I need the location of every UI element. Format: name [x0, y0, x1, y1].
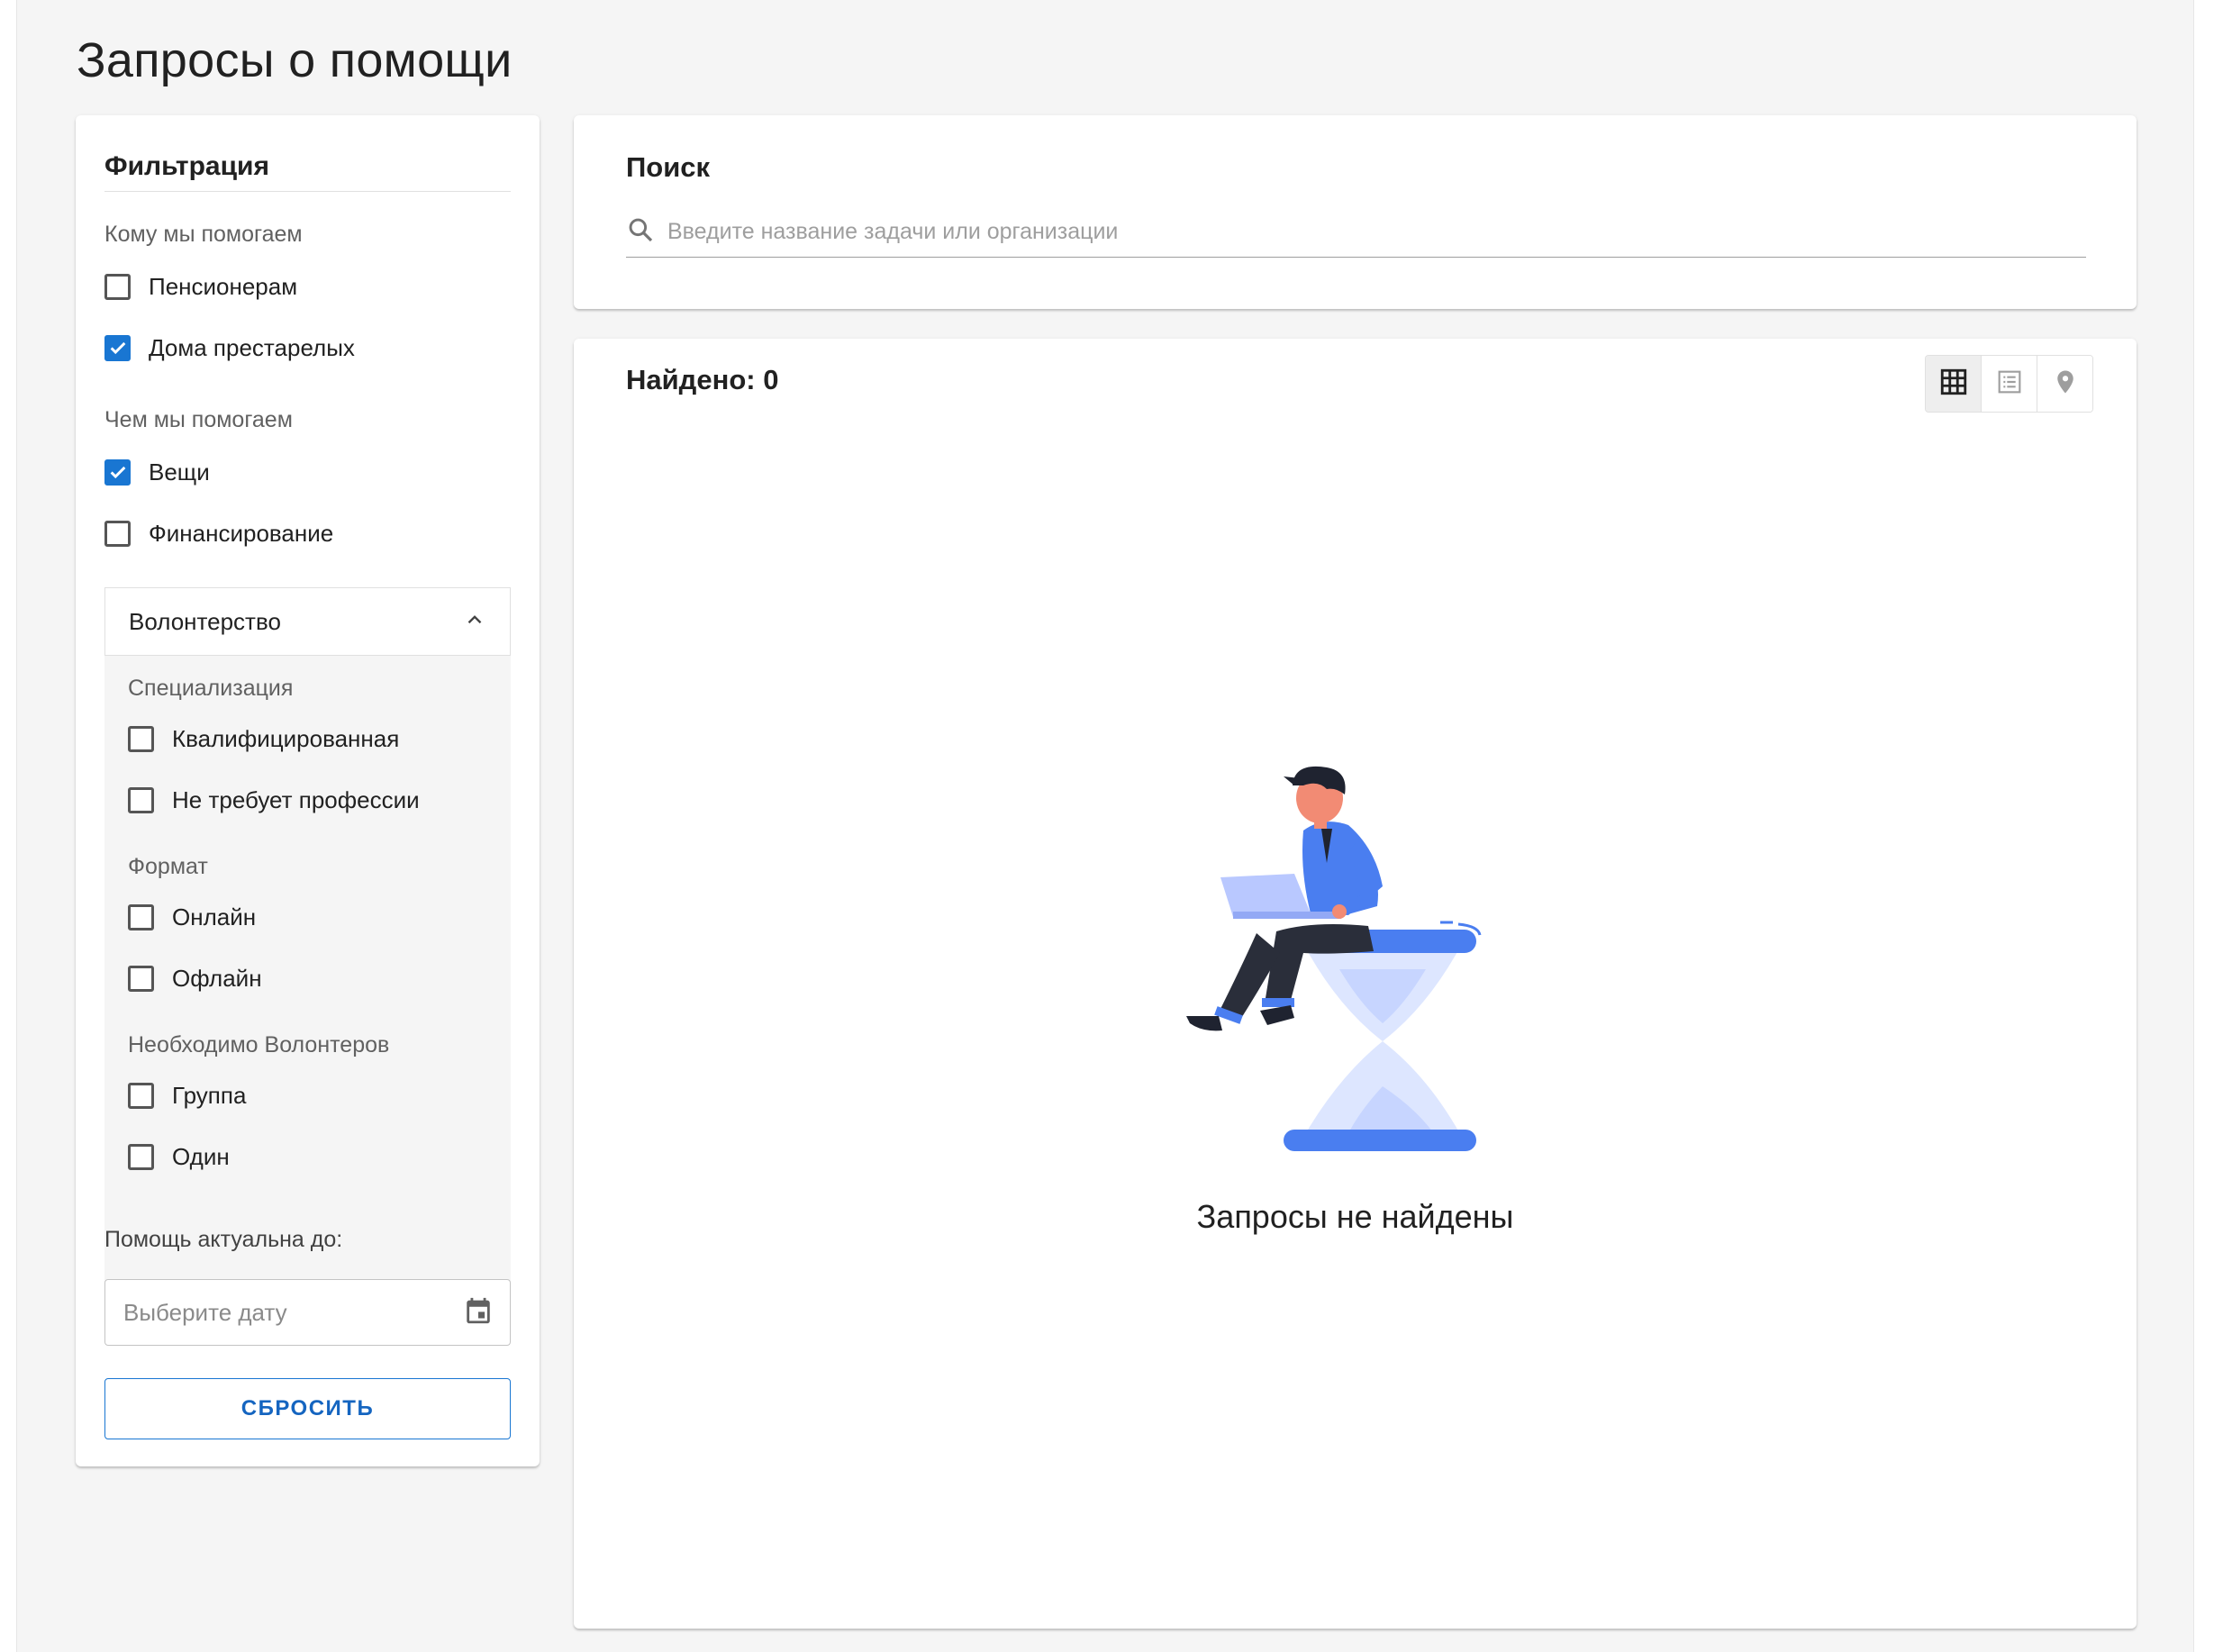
search-icon — [626, 215, 655, 249]
checkbox-label: Не требует профессии — [172, 785, 420, 813]
checkbox[interactable] — [128, 965, 154, 992]
search-title: Поиск — [626, 151, 711, 183]
filter-title: Фильтрация — [104, 151, 511, 192]
map-view-button[interactable] — [2037, 356, 2092, 412]
checkbox[interactable] — [128, 903, 154, 930]
filter-offline[interactable]: Офлайн — [128, 960, 262, 996]
filter-single[interactable]: Один — [128, 1139, 230, 1175]
list-view-button[interactable] — [1982, 356, 2037, 412]
specialization-label: Специализация — [128, 676, 294, 701]
volunteering-accordion-header[interactable]: Волонтерство — [104, 587, 511, 656]
filter-online[interactable]: Онлайн — [128, 899, 256, 935]
volunteers-needed-label: Необходимо Волонтеров — [128, 1032, 390, 1057]
empty-state-message: Запросы не найдены — [1196, 1198, 1514, 1235]
checkbox[interactable] — [104, 334, 131, 361]
checkbox[interactable] — [128, 786, 154, 813]
checkbox-label: Онлайн — [172, 903, 257, 930]
checkbox-label: Один — [172, 1142, 230, 1170]
checkbox[interactable] — [104, 458, 131, 486]
checkbox-label: Финансирование — [149, 519, 334, 547]
view-mode-toggle — [1925, 355, 2093, 413]
how-we-help-label: Чем мы помогаем — [104, 407, 293, 432]
checkbox-label: Квалифицированная — [172, 724, 400, 752]
volunteering-label: Волонтерство — [129, 607, 281, 635]
filter-group[interactable]: Группа — [128, 1077, 246, 1113]
who-we-help-label: Кому мы помогаем — [104, 222, 303, 247]
page: Запросы о помощи Фильтрация Кому мы помо… — [16, 0, 2194, 1652]
search-panel: Поиск — [574, 115, 2137, 309]
page-title: Запросы о помощи — [77, 33, 513, 87]
results-panel: Найдено: 0 Запросы не найдены — [574, 339, 2137, 1629]
checkbox[interactable] — [128, 1143, 154, 1170]
filter-pensioners[interactable]: Пенсионерам — [104, 268, 297, 304]
grid-view-button[interactable] — [1926, 356, 1982, 412]
grid-icon — [1938, 367, 1969, 402]
filter-qualified[interactable]: Квалифицированная — [128, 721, 399, 757]
search-input[interactable] — [667, 219, 2019, 245]
search-field[interactable] — [626, 207, 2086, 258]
checkbox-label: Пенсионерам — [149, 272, 298, 300]
list-icon — [1995, 368, 2024, 401]
volunteering-accordion-body: Специализация Квалифицированная Не требу… — [104, 656, 511, 1319]
checkbox-label: Группа — [172, 1081, 247, 1109]
map-pin-icon — [2052, 367, 2079, 402]
filter-things[interactable]: Вещи — [104, 454, 210, 490]
checkbox[interactable] — [128, 725, 154, 752]
chevron-up-icon — [463, 608, 486, 636]
date-picker[interactable] — [104, 1279, 511, 1346]
date-input[interactable] — [123, 1298, 412, 1327]
filter-financing[interactable]: Финансирование — [104, 515, 333, 551]
empty-state-illustration — [1168, 762, 1547, 1181]
checkbox[interactable] — [104, 520, 131, 547]
calendar-icon[interactable] — [463, 1295, 494, 1330]
checkbox-label: Дома престарелых — [149, 333, 355, 361]
reset-button[interactable]: СБРОСИТЬ — [104, 1378, 511, 1439]
checkbox-label: Офлайн — [172, 964, 262, 992]
format-label: Формат — [128, 854, 208, 879]
filter-panel: Фильтрация Кому мы помогаем Пенсионерам … — [76, 115, 540, 1466]
checkbox[interactable] — [104, 273, 131, 300]
results-count: Найдено: 0 — [626, 364, 779, 395]
checkbox[interactable] — [128, 1082, 154, 1109]
checkbox-label: Вещи — [149, 458, 210, 486]
filter-no-profession[interactable]: Не требует профессии — [128, 782, 420, 818]
filter-nursing-homes[interactable]: Дома престарелых — [104, 330, 355, 366]
